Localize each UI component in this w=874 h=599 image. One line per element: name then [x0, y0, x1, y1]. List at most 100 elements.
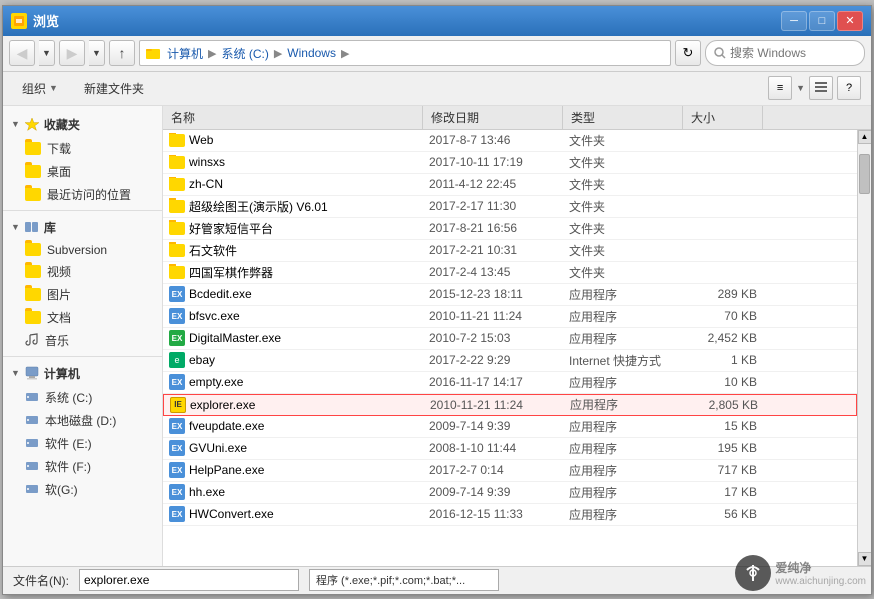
file-type: 应用程序 [563, 374, 683, 391]
favorites-expand-icon: ▼ [11, 119, 20, 129]
vertical-scrollbar[interactable]: ▲ ▼ [857, 130, 871, 566]
sidebar-item-document[interactable]: 文档 [3, 306, 162, 329]
breadcrumb-windows[interactable]: Windows [284, 45, 339, 61]
back-dropdown[interactable]: ▼ [39, 40, 55, 66]
col-head-type[interactable]: 类型 [563, 106, 683, 129]
sidebar-item-download[interactable]: 下载 [3, 137, 162, 160]
sidebar-label-subversion: Subversion [47, 243, 107, 257]
file-name-cell: EX Bcdedit.exe [163, 286, 423, 302]
table-row[interactable]: EX fveupdate.exe 2009-7-14 9:39 应用程序 15 … [163, 416, 857, 438]
file-type: 应用程序 [563, 418, 683, 435]
new-folder-button[interactable]: 新建文件夹 [75, 76, 153, 101]
file-date: 2017-8-7 13:46 [423, 133, 563, 147]
maximize-button[interactable]: □ [809, 11, 835, 31]
file-name-text: bfsvc.exe [189, 309, 240, 323]
table-row[interactable]: EX bfsvc.exe 2010-11-21 11:24 应用程序 70 KB [163, 306, 857, 328]
table-row[interactable]: EX GVUni.exe 2008-1-10 11:44 应用程序 195 KB [163, 438, 857, 460]
table-row[interactable]: EX Bcdedit.exe 2015-12-23 18:11 应用程序 289… [163, 284, 857, 306]
sidebar-item-drive-g[interactable]: 软(G:) [3, 478, 162, 501]
sidebar-item-music[interactable]: 音乐 [3, 329, 162, 352]
breadcrumb: 计算机 ▶ 系统 (C:) ▶ Windows ▶ [164, 44, 349, 63]
file-type: 应用程序 [563, 330, 683, 347]
drive-f-icon [25, 459, 39, 473]
organize-dropdown-icon: ▼ [49, 83, 58, 93]
forward-dropdown[interactable]: ▼ [89, 40, 105, 66]
file-date: 2011-4-12 22:45 [423, 177, 563, 191]
table-row[interactable]: Web 2017-8-7 13:46 文件夹 [163, 130, 857, 152]
sidebar-label-drive-e: 软件 (E:) [45, 435, 92, 452]
drive-g-icon [25, 482, 39, 496]
file-name-cell: EX HWConvert.exe [163, 506, 423, 522]
breadcrumb-computer[interactable]: 计算机 [164, 44, 206, 63]
exe-explorer-icon: IE [170, 397, 186, 413]
minimize-button[interactable]: ─ [781, 11, 807, 31]
sidebar-item-desktop[interactable]: 桌面 [3, 160, 162, 183]
sidebar-item-picture[interactable]: 图片 [3, 283, 162, 306]
file-name-text: Bcdedit.exe [189, 287, 252, 301]
file-name-text: 好管家短信平台 [189, 220, 273, 237]
view-toggle-button[interactable]: ≡ [768, 76, 792, 100]
favorites-header[interactable]: ▼ 收藏夹 [3, 112, 162, 137]
file-type: 应用程序 [563, 506, 683, 523]
file-name-text: explorer.exe [190, 398, 255, 412]
breadcrumb-drive-c[interactable]: 系统 (C:) [218, 44, 271, 63]
file-name-cell: EX GVUni.exe [163, 440, 423, 456]
file-type: 应用程序 [563, 440, 683, 457]
refresh-button[interactable]: ↻ [675, 40, 701, 66]
table-row[interactable]: EX DigitalMaster.exe 2010-7-2 15:03 应用程序… [163, 328, 857, 350]
file-name-cell: EX empty.exe [163, 374, 423, 390]
scroll-track[interactable] [858, 144, 871, 552]
url-icon: e [169, 352, 185, 368]
table-row[interactable]: IE explorer.exe 2010-11-21 11:24 应用程序 2,… [163, 394, 857, 416]
table-row[interactable]: EX empty.exe 2016-11-17 14:17 应用程序 10 KB [163, 372, 857, 394]
file-name-cell: EX DigitalMaster.exe [163, 330, 423, 346]
back-button[interactable]: ◀ [9, 40, 35, 66]
filter-dropdown[interactable]: 程序 (*.exe;*.pif;*.com;*.bat;*... [309, 569, 499, 591]
organize-button[interactable]: 组织 ▼ [13, 76, 67, 101]
table-row[interactable]: EX HelpPane.exe 2017-2-7 0:14 应用程序 717 K… [163, 460, 857, 482]
sidebar-item-drive-e[interactable]: 软件 (E:) [3, 432, 162, 455]
library-header[interactable]: ▼ 库 [3, 215, 162, 240]
folder-icon-document [25, 311, 41, 324]
computer-label: 计算机 [44, 365, 80, 382]
title-bar-left: 浏览 [11, 11, 59, 30]
scroll-thumb[interactable] [859, 154, 870, 194]
title-bar: 浏览 ─ □ ✕ [3, 6, 871, 36]
search-bar [705, 40, 865, 66]
table-row[interactable]: zh-CN 2011-4-12 22:45 文件夹 [163, 174, 857, 196]
table-row[interactable]: winsxs 2017-10-11 17:19 文件夹 [163, 152, 857, 174]
file-name-text: 超级绘图王(演示版) V6.01 [189, 198, 328, 215]
col-head-name[interactable]: 名称 [163, 106, 423, 129]
file-type: 应用程序 [563, 462, 683, 479]
computer-header[interactable]: ▼ 计算机 [3, 361, 162, 386]
col-head-date[interactable]: 修改日期 [423, 106, 563, 129]
search-input[interactable] [730, 46, 856, 60]
sidebar-item-drive-f[interactable]: 软件 (F:) [3, 455, 162, 478]
help-button[interactable]: ? [837, 76, 861, 100]
sidebar-item-video[interactable]: 视频 [3, 260, 162, 283]
up-button[interactable]: ↑ [109, 40, 135, 66]
table-row[interactable]: 超级绘图王(演示版) V6.01 2017-2-17 11:30 文件夹 [163, 196, 857, 218]
sidebar: ▼ 收藏夹 下载 桌面 最近访问的位置 ▼ 库 [3, 106, 163, 566]
table-row[interactable]: EX hh.exe 2009-7-14 9:39 应用程序 17 KB [163, 482, 857, 504]
table-row[interactable]: 好管家短信平台 2017-8-21 16:56 文件夹 [163, 218, 857, 240]
table-row[interactable]: 四国军棋作弊器 2017-2-4 13:45 文件夹 [163, 262, 857, 284]
table-row[interactable]: e ebay 2017-2-22 9:29 Internet 快捷方式 1 KB [163, 350, 857, 372]
sidebar-item-recent[interactable]: 最近访问的位置 [3, 183, 162, 206]
forward-button[interactable]: ▶ [59, 40, 85, 66]
view-dropdown-icon[interactable]: ▼ [796, 83, 805, 93]
view-details-button[interactable] [809, 76, 833, 100]
file-size: 56 KB [683, 507, 763, 521]
exe-icon: EX [169, 286, 185, 302]
filename-input[interactable] [79, 569, 299, 591]
file-name-text: fveupdate.exe [189, 419, 264, 433]
col-head-size[interactable]: 大小 [683, 106, 763, 129]
close-button[interactable]: ✕ [837, 11, 863, 31]
table-row[interactable]: 石文软件 2017-2-21 10:31 文件夹 [163, 240, 857, 262]
sidebar-item-drive-d[interactable]: 本地磁盘 (D:) [3, 409, 162, 432]
table-row[interactable]: EX HWConvert.exe 2016-12-15 11:33 应用程序 5… [163, 504, 857, 526]
scroll-up-arrow[interactable]: ▲ [858, 130, 872, 144]
sidebar-item-subversion[interactable]: Subversion [3, 240, 162, 260]
sidebar-item-drive-c[interactable]: 系统 (C:) [3, 386, 162, 409]
file-type: 应用程序 [563, 484, 683, 501]
